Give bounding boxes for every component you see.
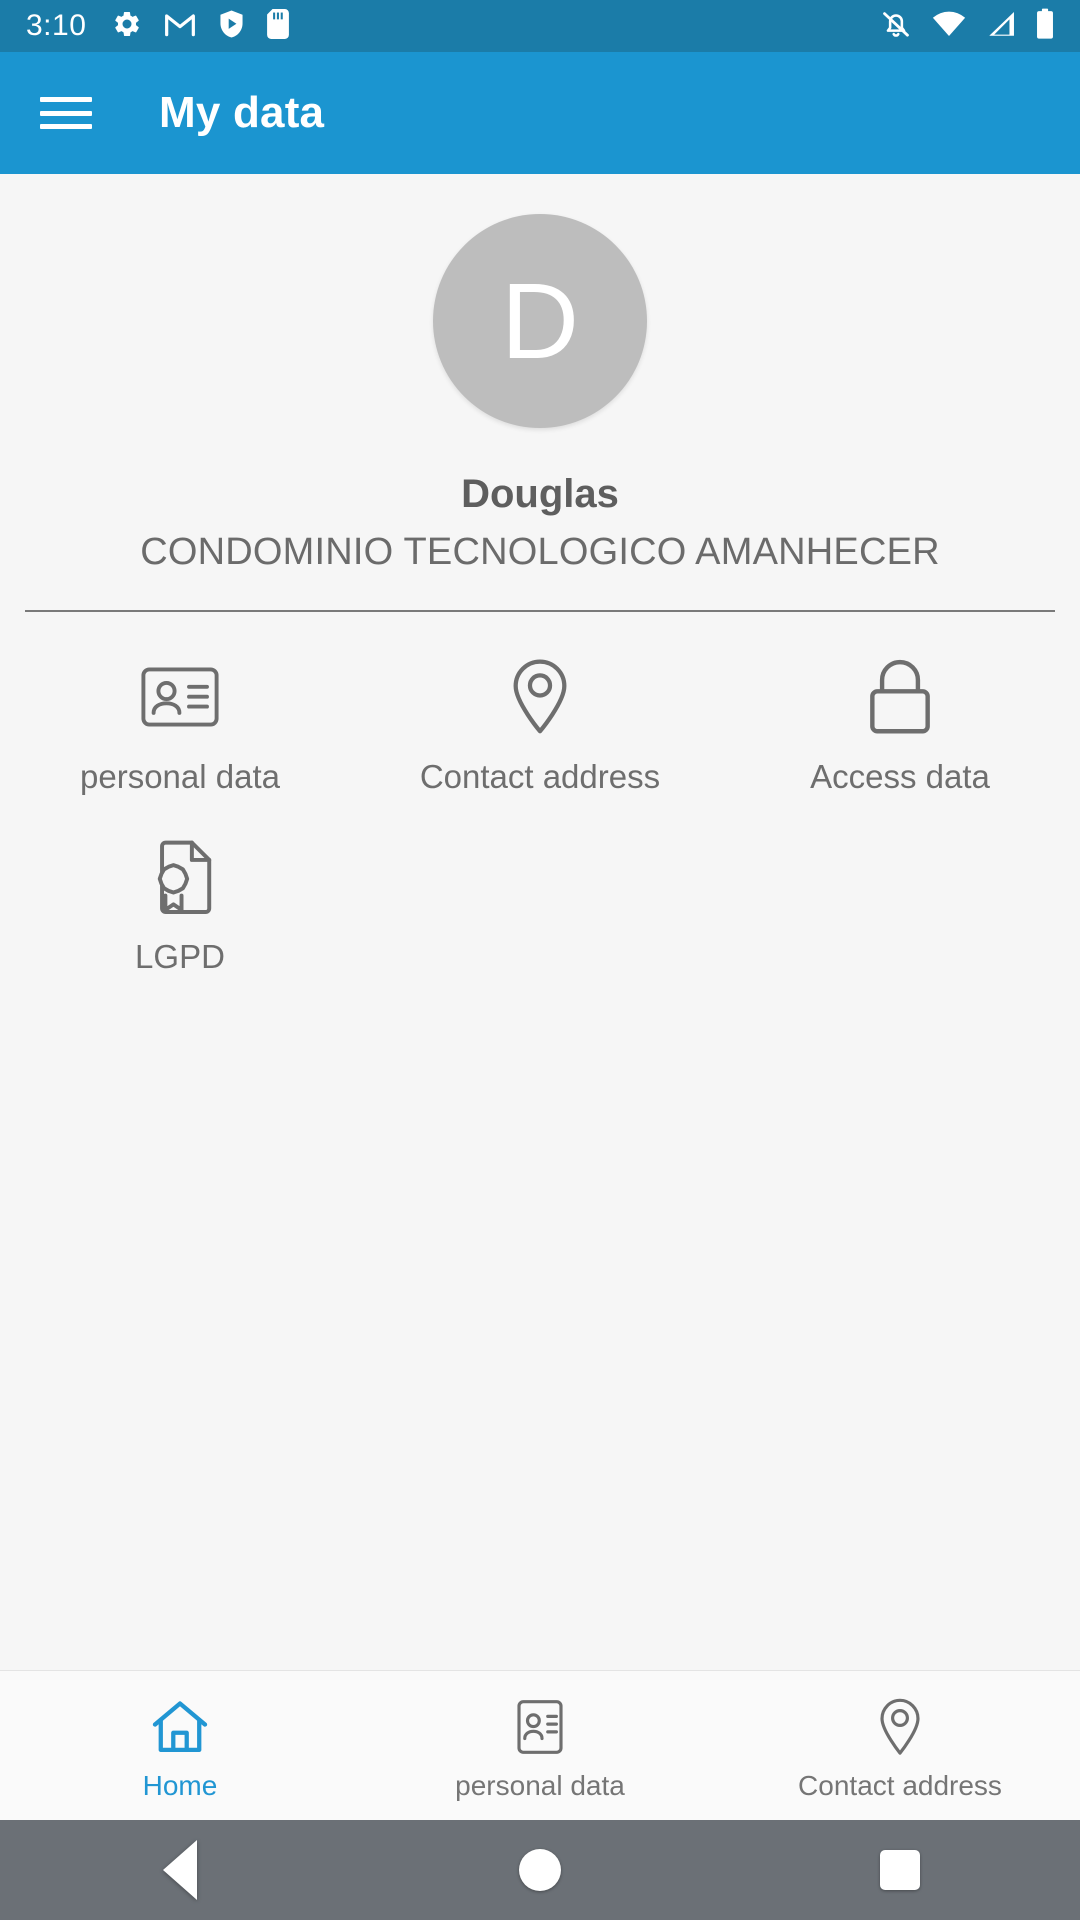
- grid-item-label: LGPD: [135, 938, 225, 975]
- wifi-icon: [932, 11, 966, 42]
- grid-item-label: personal data: [80, 758, 280, 795]
- lock-icon: [867, 658, 933, 736]
- hamburger-menu-icon[interactable]: [40, 93, 92, 133]
- grid-item-access-data[interactable]: Access data: [720, 642, 1080, 822]
- document-certificate-icon: [145, 838, 215, 916]
- bottom-navigation-bar: Home personal data Contact address: [0, 1670, 1080, 1820]
- avatar: D: [433, 214, 647, 428]
- system-home-button[interactable]: [360, 1849, 720, 1891]
- system-recents-button[interactable]: [720, 1850, 1080, 1890]
- gear-icon: [112, 9, 142, 44]
- contact-card-icon: [517, 1696, 563, 1758]
- home-circle-icon: [519, 1849, 561, 1891]
- home-icon: [151, 1696, 209, 1758]
- status-right-icons: [880, 8, 1054, 45]
- hamburger-bar: [40, 110, 92, 116]
- nav-item-label: Contact address: [798, 1769, 1002, 1801]
- notifications-silenced-icon: [880, 8, 912, 45]
- hamburger-bar: [40, 97, 92, 102]
- page-title: My data: [159, 88, 325, 137]
- back-triangle-icon: [163, 1840, 197, 1900]
- android-system-navigation-bar: [0, 1820, 1080, 1920]
- profile-organization: CONDOMINIO TECNOLOGICO AMANHECER: [140, 531, 940, 573]
- status-clock: 3:10: [26, 9, 87, 42]
- profile-header: D Douglas CONDOMINIO TECNOLOGICO AMANHEC…: [0, 174, 1080, 574]
- status-bar: 3:10: [0, 0, 1080, 52]
- nav-item-home[interactable]: Home: [0, 1671, 360, 1820]
- grid-item-contact-address[interactable]: Contact address: [360, 642, 720, 822]
- gmail-icon: [164, 11, 196, 42]
- main-content: D Douglas CONDOMINIO TECNOLOGICO AMANHEC…: [0, 174, 1080, 1670]
- phone-screen: 3:10 My data D Douglas CONDOMINIO TECNOL…: [0, 0, 1080, 1920]
- map-pin-icon: [878, 1696, 922, 1758]
- status-left-icons: [112, 8, 290, 44]
- play-protect-shield-icon: [218, 9, 245, 44]
- grid-item-label: Access data: [810, 758, 990, 795]
- grid-item-label: Contact address: [419, 758, 661, 795]
- cellular-signal-icon: [986, 10, 1016, 43]
- sd-card-icon: [267, 8, 290, 44]
- app-bar: My data: [0, 52, 1080, 174]
- hamburger-bar: [40, 124, 92, 129]
- nav-item-label: personal data: [455, 1769, 625, 1801]
- grid-item-personal-data[interactable]: personal data: [0, 642, 360, 822]
- shortcut-grid: personal data Contact address Access dat…: [0, 612, 1080, 1002]
- contact-card-icon: [141, 658, 219, 736]
- nav-item-contact-address[interactable]: Contact address: [720, 1671, 1080, 1820]
- grid-item-lgpd[interactable]: LGPD: [0, 822, 360, 1002]
- map-pin-icon: [509, 658, 571, 736]
- battery-full-icon: [1036, 8, 1054, 45]
- recents-square-icon: [880, 1850, 920, 1890]
- nav-item-label: Home: [142, 1769, 218, 1801]
- nav-item-personal-data[interactable]: personal data: [360, 1671, 720, 1820]
- profile-name: Douglas: [461, 472, 619, 516]
- system-back-button[interactable]: [0, 1840, 360, 1900]
